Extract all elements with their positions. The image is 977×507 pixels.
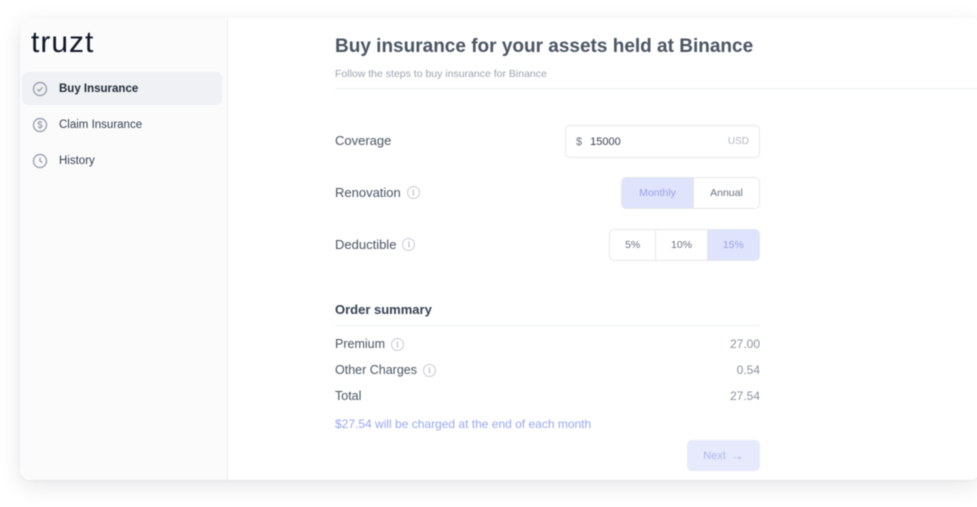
other-charges-label-text: Other Charges bbox=[335, 363, 417, 377]
sidebar-item-history[interactable]: History bbox=[22, 144, 222, 177]
deductible-option-10[interactable]: 10% bbox=[656, 230, 708, 260]
next-button-label: Next bbox=[703, 449, 726, 462]
sidebar-item-buy-insurance[interactable]: Buy Insurance bbox=[22, 72, 222, 105]
dollar-circle-icon bbox=[32, 117, 48, 133]
sidebar-nav: Buy Insurance Claim Insurance History bbox=[22, 72, 222, 180]
arrow-right-icon: → bbox=[730, 448, 744, 463]
clock-icon bbox=[32, 153, 48, 169]
info-icon[interactable]: i bbox=[422, 363, 436, 377]
shield-check-icon bbox=[32, 81, 48, 97]
renovation-toggle: Monthly Annual bbox=[621, 177, 760, 209]
info-icon[interactable]: i bbox=[391, 337, 405, 351]
order-summary-title: Order summary bbox=[335, 302, 432, 317]
sidebar-item-label: History bbox=[59, 154, 95, 167]
logo: truzt bbox=[31, 26, 95, 59]
other-charges-value: 0.54 bbox=[736, 363, 760, 377]
next-button[interactable]: Next → bbox=[687, 440, 760, 471]
sidebar-item-label: Claim Insurance bbox=[59, 118, 143, 131]
deductible-option-15[interactable]: 15% bbox=[707, 230, 759, 260]
page-subtitle: Follow the steps to buy insurance for Bi… bbox=[335, 68, 547, 80]
total-value: 27.54 bbox=[729, 389, 760, 403]
total-label: Total bbox=[335, 389, 362, 403]
total-row: Total 27.54 bbox=[335, 389, 760, 403]
deductible-label: Deductible i bbox=[335, 237, 416, 252]
deductible-label-text: Deductible bbox=[335, 237, 397, 252]
sidebar-item-label: Buy Insurance bbox=[59, 82, 139, 95]
premium-label-text: Premium bbox=[335, 337, 386, 351]
coverage-label: Coverage bbox=[335, 133, 391, 148]
app-window: truzt Buy Insurance Claim Insurance Hist… bbox=[20, 18, 977, 480]
renovation-label: Renovation i bbox=[335, 185, 420, 200]
renovation-label-text: Renovation bbox=[335, 185, 401, 200]
deductible-option-5[interactable]: 5% bbox=[610, 230, 657, 260]
main-content: Buy insurance for your assets held at Bi… bbox=[335, 18, 977, 480]
coverage-label-text: Coverage bbox=[335, 133, 392, 148]
premium-row: Premium i 27.00 bbox=[335, 337, 760, 351]
premium-label: Premium i bbox=[335, 337, 405, 351]
sidebar-item-claim-insurance[interactable]: Claim Insurance bbox=[22, 108, 222, 141]
renovation-option-monthly[interactable]: Monthly bbox=[622, 178, 694, 208]
info-icon[interactable]: i bbox=[406, 186, 420, 199]
other-charges-label: Other Charges i bbox=[335, 363, 436, 377]
info-icon[interactable]: i bbox=[402, 238, 416, 251]
deductible-toggle: 5% 10% 15% bbox=[609, 229, 760, 261]
premium-value: 27.00 bbox=[729, 337, 760, 351]
summary-divider bbox=[335, 325, 760, 326]
header-divider bbox=[335, 88, 977, 89]
charge-note: $27.54 will be charged at the end of eac… bbox=[335, 417, 592, 431]
renovation-option-annual[interactable]: Annual bbox=[694, 178, 759, 208]
page-title: Buy insurance for your assets held at Bi… bbox=[335, 36, 754, 57]
currency-prefix: $ bbox=[576, 135, 583, 148]
currency-suffix: USD bbox=[727, 136, 749, 147]
other-charges-row: Other Charges i 0.54 bbox=[335, 363, 760, 377]
coverage-input[interactable]: $ 15000 USD bbox=[565, 125, 760, 158]
sidebar: truzt Buy Insurance Claim Insurance Hist… bbox=[20, 18, 228, 480]
coverage-amount[interactable]: 15000 bbox=[590, 136, 728, 148]
